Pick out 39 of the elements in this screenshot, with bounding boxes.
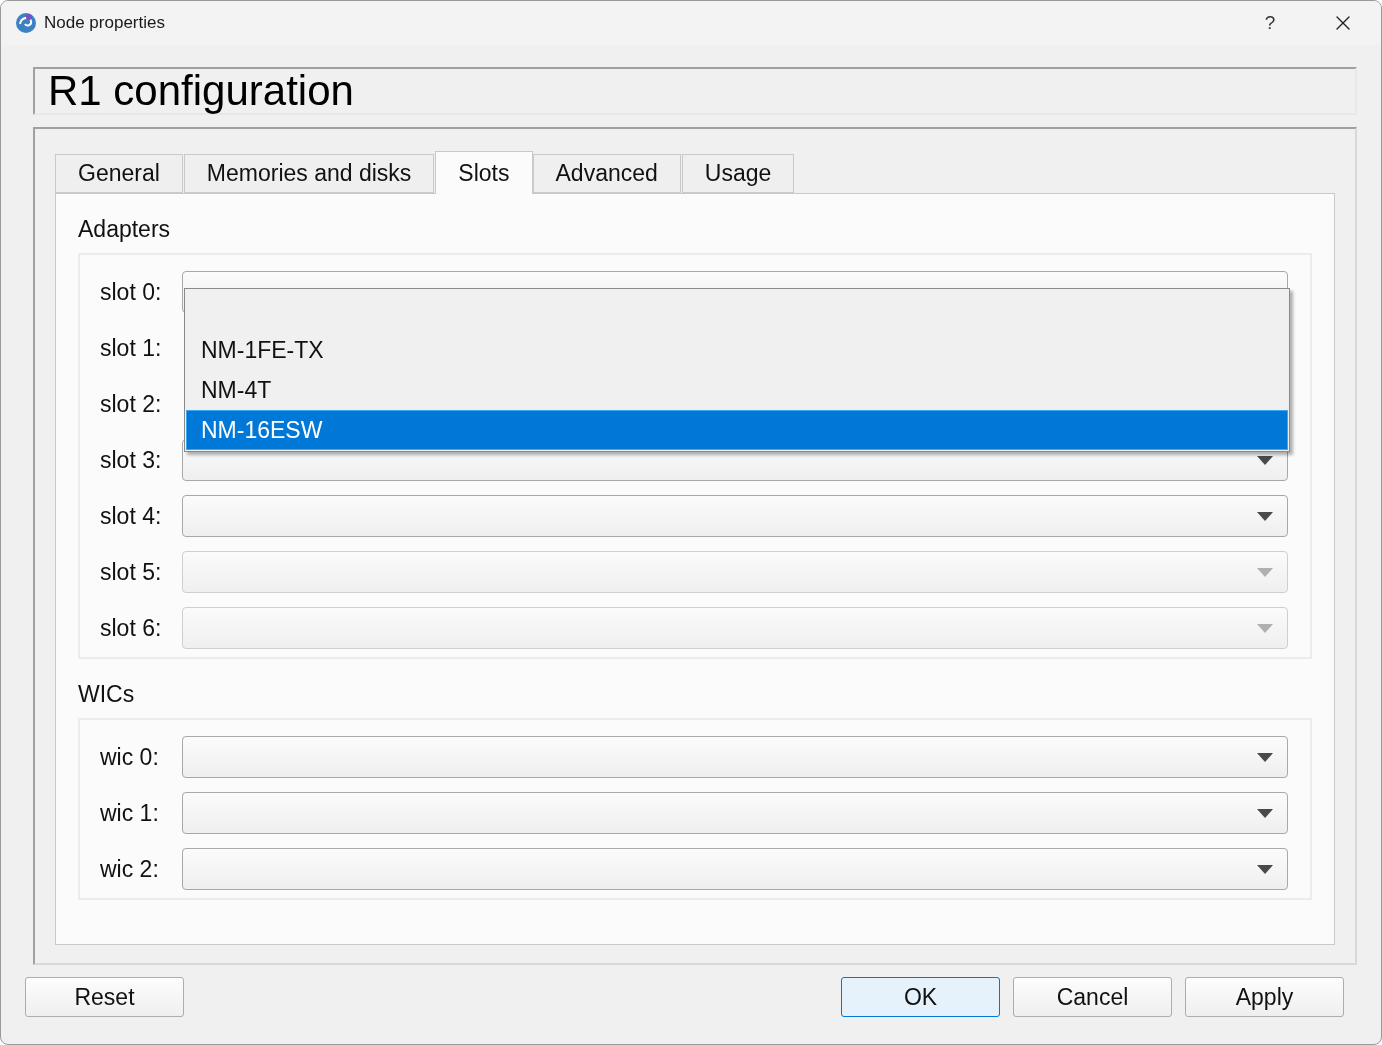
slot-label: slot 5: bbox=[100, 558, 163, 586]
tab[interactable]: Slots bbox=[435, 151, 533, 194]
slot-label: slot 6: bbox=[100, 614, 163, 642]
dropdown-field[interactable] bbox=[182, 792, 1288, 834]
dropdown-arrow-icon bbox=[1257, 808, 1273, 818]
slot-label: slot 2: bbox=[100, 390, 163, 418]
tab[interactable]: Memories and disks bbox=[183, 154, 435, 193]
slot-label: slot 0: bbox=[100, 278, 163, 306]
slot-label: wic 2: bbox=[100, 855, 160, 883]
tab[interactable]: Usage bbox=[681, 154, 795, 193]
dropdown-field[interactable] bbox=[182, 848, 1288, 890]
dialog-button[interactable]: Cancel bbox=[1013, 977, 1172, 1017]
tab[interactable]: Advanced bbox=[532, 154, 681, 193]
slot-label: slot 1: bbox=[100, 334, 163, 362]
config-title: R1 configuration bbox=[33, 67, 1357, 115]
app-icon bbox=[15, 12, 37, 34]
slot-label: wic 0: bbox=[100, 743, 160, 771]
dropdown-arrow-icon bbox=[1257, 455, 1273, 465]
dialog-button[interactable]: Apply bbox=[1185, 977, 1344, 1017]
reset-button[interactable]: Reset bbox=[25, 977, 184, 1017]
dropdown-arrow-icon bbox=[1257, 567, 1273, 577]
dropdown-field[interactable] bbox=[182, 736, 1288, 778]
dropdown-arrow-icon bbox=[1257, 623, 1273, 633]
dropdown-arrow-icon bbox=[1257, 864, 1273, 874]
dropdown-option[interactable]: NM-4T bbox=[186, 370, 1288, 410]
dropdown-field[interactable] bbox=[182, 495, 1288, 537]
slot-label: slot 4: bbox=[100, 502, 163, 530]
slot-label: wic 1: bbox=[100, 799, 160, 827]
dropdown-arrow-icon bbox=[1257, 752, 1273, 762]
tab[interactable]: General bbox=[55, 154, 183, 193]
section-title: Adapters bbox=[78, 216, 172, 243]
help-button[interactable]: ? bbox=[1256, 12, 1284, 34]
section-title: WICs bbox=[78, 681, 136, 708]
dropdown-option[interactable]: NM-16ESW bbox=[186, 410, 1288, 450]
slot-label: slot 3: bbox=[100, 446, 163, 474]
dropdown-option[interactable]: NM-1FE-TX bbox=[186, 330, 1288, 370]
dialog-button[interactable]: OK bbox=[841, 977, 1000, 1017]
dropdown-arrow-icon bbox=[1257, 511, 1273, 521]
window-title: Node properties bbox=[44, 13, 166, 33]
